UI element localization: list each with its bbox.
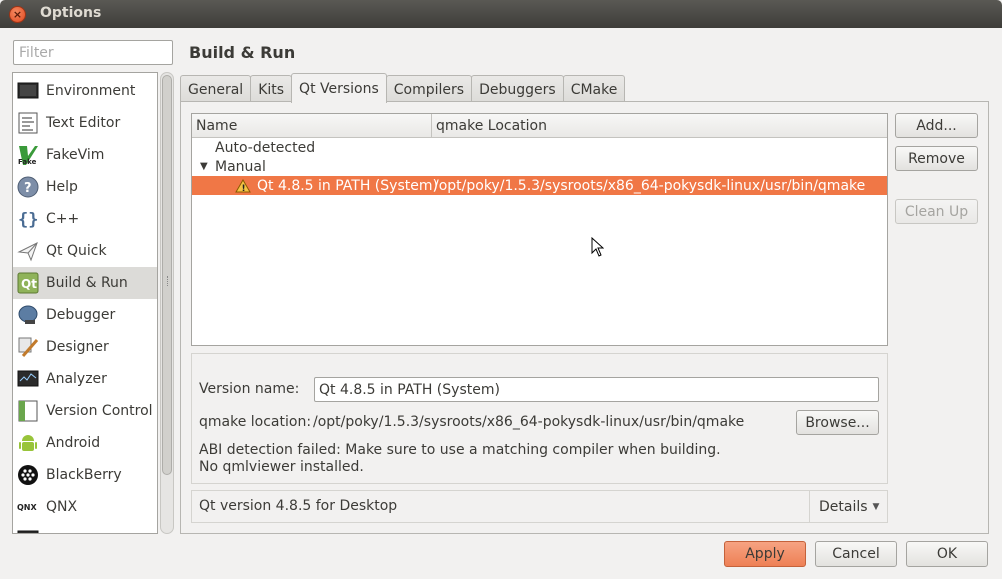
group-label: Manual	[215, 158, 266, 175]
category-label: Text Editor	[46, 115, 121, 131]
debugger-icon	[17, 304, 39, 326]
column-header-name[interactable]: Name	[192, 114, 432, 138]
group-label: Auto-detected	[215, 139, 316, 156]
qmlviewer-warning-text: No qmlviewer installed.	[199, 459, 364, 475]
category-label: Qt Quick	[46, 243, 107, 259]
category-label: Debugger	[46, 307, 116, 323]
chevron-down-icon: ▼	[872, 501, 880, 512]
browse-button[interactable]: Browse...	[796, 410, 879, 435]
details-toggle-button[interactable]: Details ▼	[809, 491, 887, 522]
category-item-version-control[interactable]: Version Control	[13, 395, 157, 427]
blackberry-icon	[17, 464, 39, 486]
qt-versions-tree[interactable]: Name qmake Location Auto-detected ▼ Manu…	[191, 113, 888, 346]
text-editor-icon	[17, 112, 39, 134]
category-item-analyzer[interactable]: Analyzer	[13, 363, 157, 395]
category-label: Analyzer	[46, 371, 107, 387]
remove-button[interactable]: Remove	[895, 146, 978, 171]
version-name-input[interactable]	[314, 377, 879, 402]
category-label: BlackBerry	[46, 467, 122, 483]
category-item-qnx[interactable]: QNX QNX	[13, 491, 157, 523]
monitor-icon	[17, 80, 39, 102]
category-item-android[interactable]: Android	[13, 427, 157, 459]
details-label: Details	[819, 498, 868, 515]
qmake-location-value: /opt/poky/1.5.3/sysroots/x86_64-pokysdk-…	[313, 414, 745, 430]
help-icon: ?	[17, 176, 39, 198]
mouse-cursor-icon	[591, 236, 605, 261]
qt-quick-icon	[17, 240, 39, 262]
tab-cmake[interactable]: CMake	[562, 75, 626, 103]
tab-qt-versions[interactable]: Qt Versions	[291, 73, 387, 103]
svg-text:?: ?	[24, 181, 32, 196]
designer-icon	[17, 336, 39, 358]
cancel-button[interactable]: Cancel	[815, 541, 897, 567]
tab-bar: General Kits Qt Versions Compilers Debug…	[180, 73, 626, 103]
tab-debuggers[interactable]: Debuggers	[471, 75, 564, 103]
category-item-designer[interactable]: Designer	[13, 331, 157, 363]
version-summary-text: Qt version 4.8.5 for Desktop	[199, 498, 398, 514]
category-scrollbar[interactable]	[160, 72, 174, 534]
column-header-qmake-location[interactable]: qmake Location	[432, 114, 887, 138]
tree-group-manual[interactable]: ▼ Manual	[192, 157, 887, 176]
tree-header: Name qmake Location	[192, 114, 887, 138]
page-title: Build & Run	[189, 43, 296, 62]
category-label: C++	[46, 211, 80, 227]
version-control-icon	[17, 400, 39, 422]
category-label: QNX	[46, 499, 78, 515]
version-name-label: Version name:	[199, 381, 300, 397]
clean-up-button[interactable]: Clean Up	[895, 199, 978, 224]
tab-general[interactable]: General	[180, 75, 252, 103]
filter-input[interactable]	[13, 40, 173, 65]
tree-row-qt-version[interactable]: ! Qt 4.8.5 in PATH (System) /opt/poky/1.…	[192, 176, 887, 195]
category-item-help[interactable]: ? Help	[13, 171, 157, 203]
category-label: Environment	[46, 83, 136, 99]
category-item-text-editor[interactable]: Text Editor	[13, 107, 157, 139]
tree-group-auto-detected[interactable]: Auto-detected	[192, 138, 887, 157]
category-label: FakeVim	[46, 147, 105, 163]
expand-arrow-icon[interactable]: ▼	[200, 161, 215, 172]
category-list: Environment Text Editor Fake FakeVim ? H…	[12, 72, 158, 534]
category-item-qt-quick[interactable]: Qt Quick	[13, 235, 157, 267]
tab-compilers[interactable]: Compilers	[385, 75, 473, 103]
category-item-blackberry[interactable]: BlackBerry	[13, 459, 157, 491]
cpp-braces-icon: {}	[17, 208, 39, 230]
tab-kits[interactable]: Kits	[250, 75, 293, 103]
ok-button[interactable]: OK	[906, 541, 988, 567]
qt-version-name: Qt 4.8.5 in PATH (System)	[257, 177, 438, 194]
category-label: Designer	[46, 339, 109, 355]
category-label: Android	[46, 435, 101, 451]
category-item-debugger[interactable]: Debugger	[13, 299, 157, 331]
analyzer-icon	[17, 368, 39, 390]
svg-text:Fake: Fake	[18, 158, 37, 166]
close-window-button[interactable]: ×	[9, 6, 26, 23]
build-run-icon: Qt	[17, 272, 39, 294]
category-item-build-run[interactable]: Qt Build & Run	[13, 267, 157, 299]
qmake-location-label: qmake location:	[199, 414, 312, 430]
category-item-cpp[interactable]: {} C++	[13, 203, 157, 235]
category-item-fakevim[interactable]: Fake FakeVim	[13, 139, 157, 171]
svg-text:Qt: Qt	[21, 277, 37, 291]
splitter-handle[interactable]	[167, 276, 169, 286]
abi-warning-text: ABI detection failed: Make sure to use a…	[199, 442, 721, 458]
category-item-environment[interactable]: Environment	[13, 75, 157, 107]
category-label: Version Control	[46, 403, 153, 419]
android-icon	[17, 432, 39, 454]
svg-text:!: !	[242, 184, 246, 193]
apply-button[interactable]: Apply	[724, 541, 806, 567]
qt-version-location: /opt/poky/1.5.3/sysroots/x86_64-pokysdk-…	[434, 177, 866, 194]
svg-text:{}: {}	[18, 210, 38, 230]
svg-text:QNX: QNX	[17, 503, 37, 512]
add-button[interactable]: Add...	[895, 113, 978, 138]
fakevim-icon: Fake	[17, 144, 39, 166]
category-label: Help	[46, 179, 78, 195]
title-bar: × Options	[0, 0, 1002, 28]
qnx-icon: QNX	[17, 496, 39, 518]
warning-icon: !	[235, 178, 257, 193]
scrollbar-thumb[interactable]	[162, 75, 172, 475]
monitor-icon	[17, 528, 39, 533]
category-item-partial[interactable]	[13, 523, 157, 533]
category-label: Build & Run	[46, 275, 128, 291]
window-title: Options	[40, 5, 102, 21]
